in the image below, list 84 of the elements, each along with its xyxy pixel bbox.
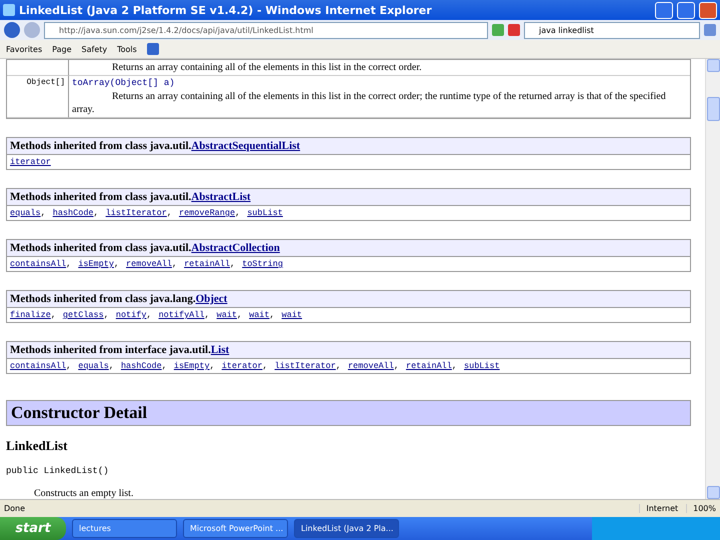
- method-description: Returns an array containing all of the elements in this list in the correct order.: [111, 61, 423, 74]
- method-link[interactable]: wait: [282, 310, 302, 320]
- separator: ,: [114, 259, 120, 269]
- method-link[interactable]: iterator: [10, 157, 51, 167]
- method-link[interactable]: listIterator: [274, 361, 336, 371]
- status-text: Done: [4, 504, 26, 513]
- class-link[interactable]: List: [210, 344, 230, 356]
- class-link[interactable]: AbstractList: [191, 191, 251, 203]
- address-field[interactable]: http://java.sun.com/j2se/1.4.2/docs/api/java/util/LinkedList.html: [44, 22, 488, 38]
- method-link[interactable]: retainAll: [184, 259, 230, 269]
- section-heading: Methods inherited from class java.lang.: [10, 293, 196, 305]
- method-link[interactable]: subList: [464, 361, 500, 371]
- method-description: Returns an array containing all of the elements in this list in the correct order; the runtime type of the returned array is that of the specified array.: [72, 90, 667, 116]
- section-heading: Constructor Detail: [6, 400, 691, 426]
- method-link[interactable]: isEmpty: [78, 259, 114, 269]
- method-link[interactable]: isEmpty: [174, 361, 210, 371]
- section-heading: Methods inherited from class java.util.: [10, 191, 192, 203]
- separator: ,: [108, 361, 114, 371]
- separator: ,: [66, 361, 72, 371]
- zone-indicator: Internet: [639, 504, 678, 513]
- section-heading: Methods inherited from class java.util.: [10, 242, 192, 254]
- method-link[interactable]: equals: [78, 361, 109, 371]
- separator: ,: [94, 208, 99, 218]
- method-link[interactable]: removeRange: [178, 208, 236, 218]
- method-link[interactable]: notifyAll: [158, 310, 204, 320]
- taskbar-button[interactable]: LinkedList (Java 2 Pla...: [294, 519, 399, 538]
- class-link[interactable]: AbstractSequentialList: [191, 140, 300, 152]
- separator: ,: [270, 310, 275, 320]
- method-link[interactable]: notify: [116, 310, 146, 320]
- method-link[interactable]: wait: [216, 310, 237, 320]
- separator: ,: [146, 310, 152, 320]
- method-link[interactable]: wait: [249, 310, 270, 320]
- class-link[interactable]: AbstractCollection: [191, 242, 280, 254]
- scrollbar[interactable]: [705, 59, 720, 499]
- constructor-description: Constructs an empty list.: [34, 488, 134, 499]
- constructor-signature: public LinkedList(): [6, 466, 110, 476]
- method-link[interactable]: removeAll: [348, 361, 394, 371]
- separator: ,: [50, 310, 56, 320]
- taskbar-button[interactable]: Microsoft PowerPoint ...: [183, 519, 288, 538]
- method-link[interactable]: hashCode: [120, 361, 162, 371]
- minimize-button[interactable]: [655, 2, 673, 18]
- method-link[interactable]: equals: [10, 208, 41, 218]
- separator: ,: [235, 208, 240, 218]
- separator: ,: [172, 259, 178, 269]
- method-link[interactable]: finalize: [10, 310, 51, 320]
- method-link[interactable]: getClass: [62, 310, 104, 320]
- section-heading: Methods inherited from interface java.util.: [10, 344, 211, 356]
- method-link[interactable]: iterator: [222, 361, 262, 371]
- separator: ,: [394, 361, 399, 371]
- separator: ,: [166, 208, 172, 218]
- toolbar-button[interactable]: Page: [52, 44, 72, 54]
- method-link[interactable]: containsAll: [10, 361, 66, 371]
- separator: ,: [336, 361, 341, 371]
- method-link[interactable]: retainAll: [406, 361, 452, 371]
- separator: ,: [452, 361, 457, 371]
- separator: ,: [230, 259, 236, 269]
- separator: ,: [262, 361, 268, 371]
- toolbar-button[interactable]: Safety: [82, 44, 108, 54]
- separator: ,: [204, 310, 210, 320]
- method-link[interactable]: hashCode: [52, 208, 94, 218]
- toolbar-button[interactable]: Tools: [117, 44, 137, 54]
- class-link[interactable]: Object: [196, 293, 228, 305]
- separator: ,: [237, 310, 242, 320]
- search-field[interactable]: java linkedlist: [524, 22, 700, 38]
- zoom-control[interactable]: 100%: [686, 504, 716, 513]
- method-link[interactable]: containsAll: [10, 259, 66, 269]
- toolbar-button[interactable]: Favorites: [6, 44, 42, 54]
- close-button[interactable]: [699, 2, 717, 18]
- taskbar-button[interactable]: lectures: [72, 519, 177, 538]
- method-link[interactable]: removeAll: [126, 259, 172, 269]
- method-link[interactable]: toString: [242, 259, 283, 269]
- maximize-button[interactable]: [677, 2, 695, 18]
- separator: ,: [40, 208, 46, 218]
- method-link[interactable]: subList: [247, 208, 283, 218]
- type-cell: Object[]: [7, 76, 69, 118]
- method-link[interactable]: toArray(Object[] a): [72, 77, 687, 90]
- constructor-name: LinkedList: [6, 438, 68, 454]
- window-title: LinkedList (Java 2 Platform SE v1.4.2) - Windows Internet Explorer: [19, 4, 433, 16]
- separator: ,: [210, 361, 215, 371]
- method-link[interactable]: listIterator: [106, 208, 167, 218]
- separator: ,: [162, 361, 167, 371]
- section-heading: Methods inherited from class java.util.: [10, 140, 192, 152]
- separator: ,: [104, 310, 109, 320]
- separator: ,: [66, 259, 72, 269]
